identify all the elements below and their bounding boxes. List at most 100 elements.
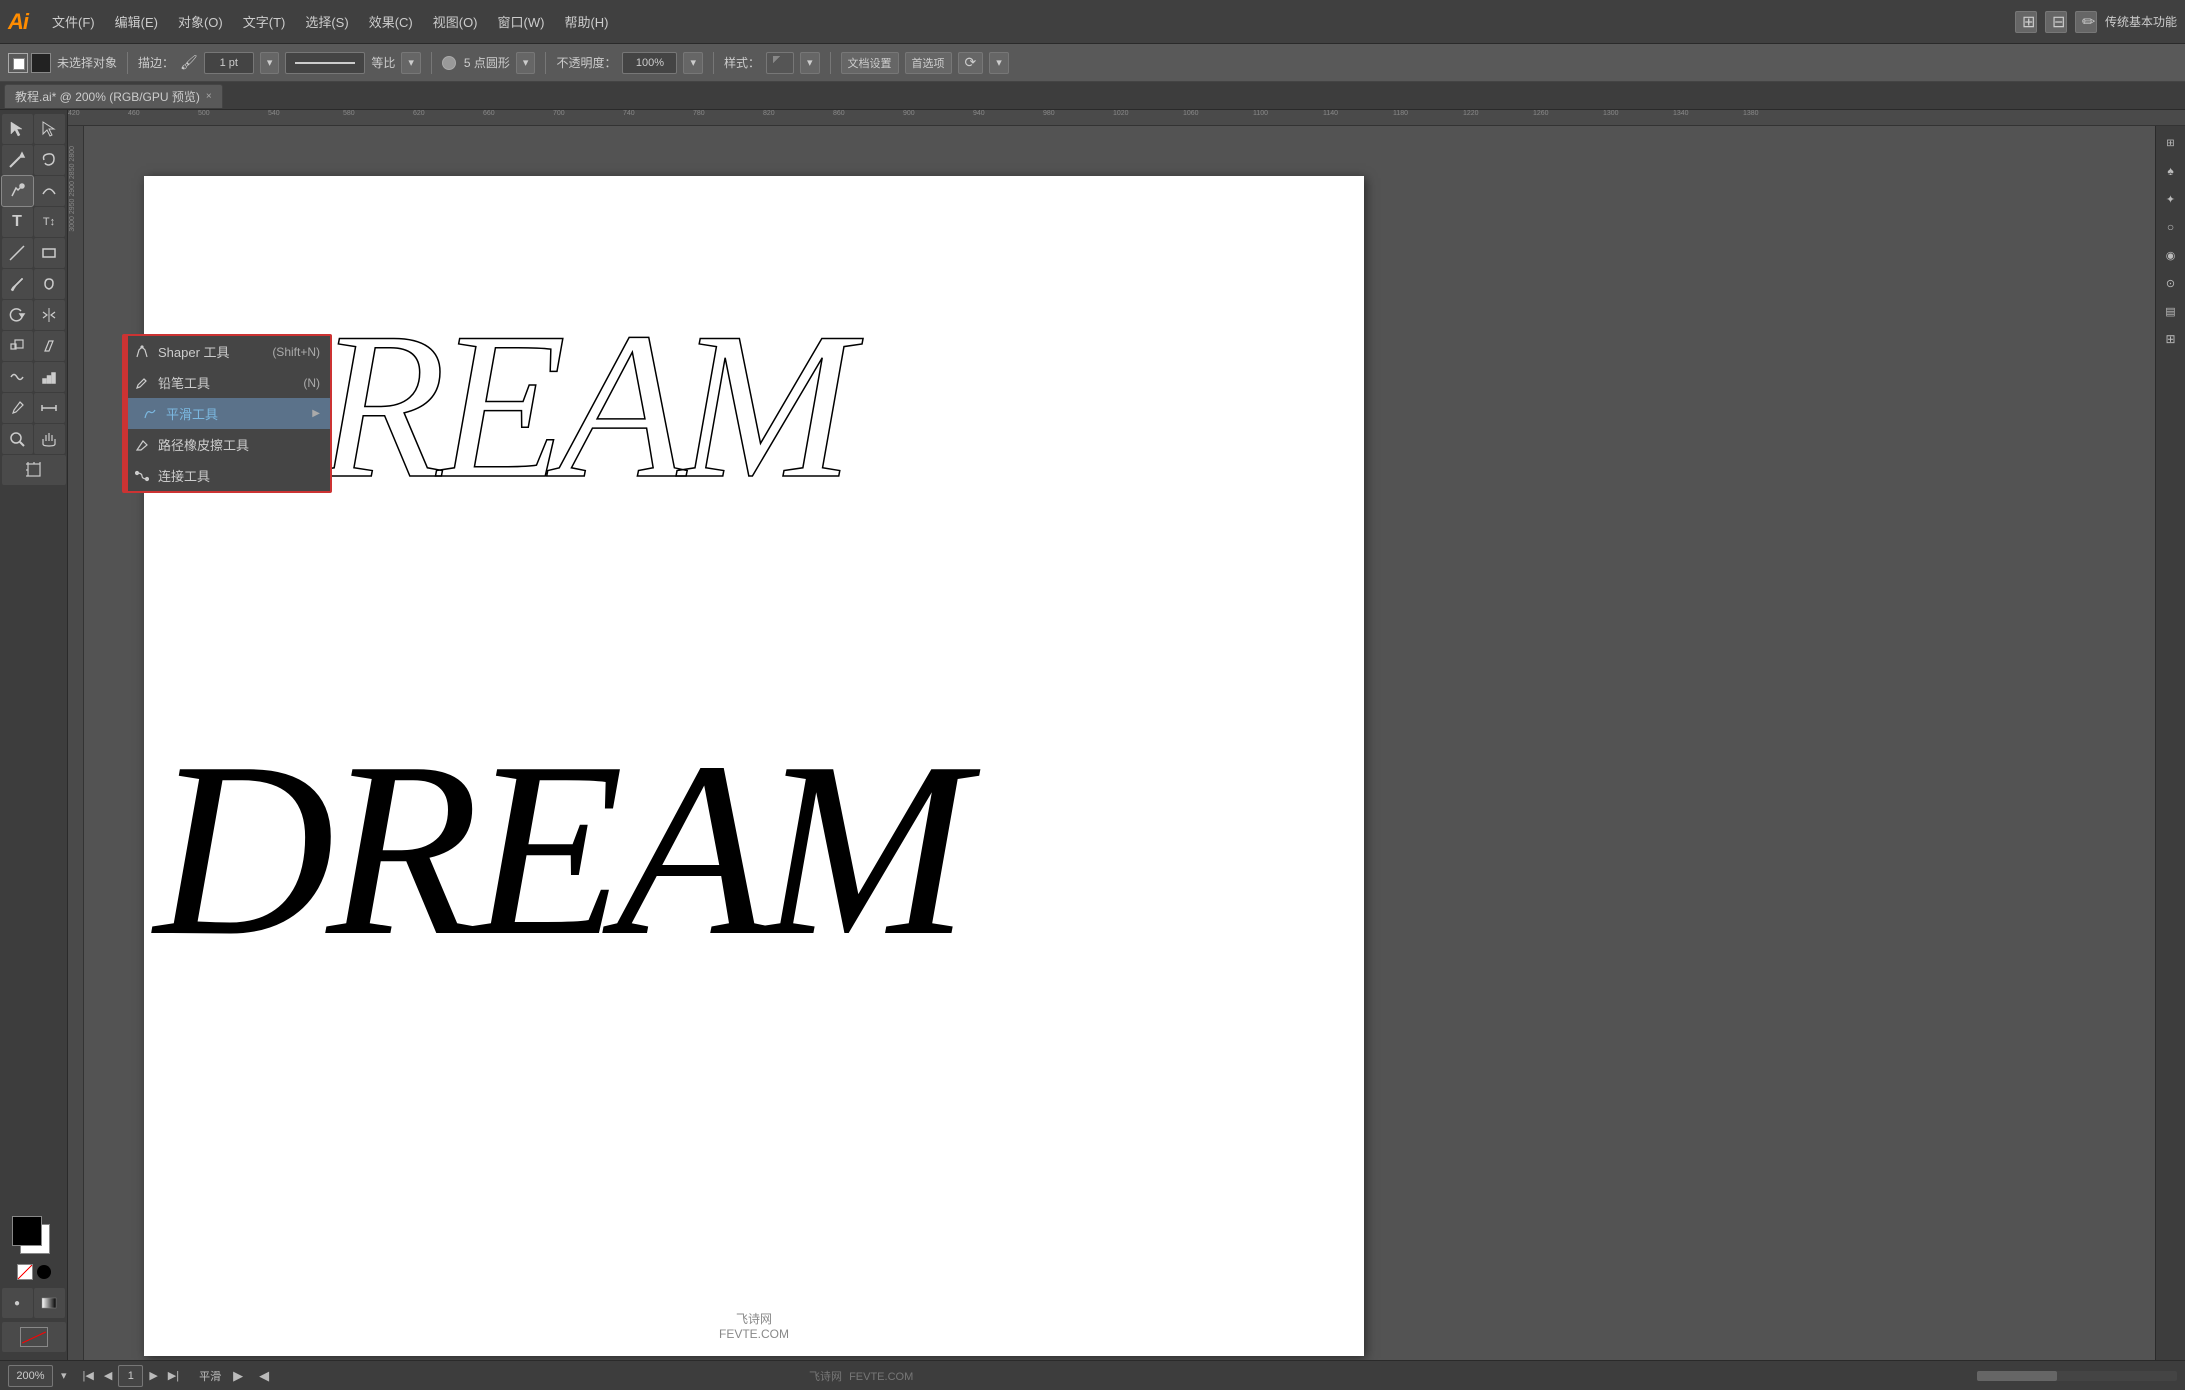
rect-tool-btn[interactable] [34, 238, 65, 268]
ruler-820: 820 [763, 110, 775, 117]
pen-icon-top[interactable]: ✏ [2075, 11, 2097, 33]
sep5 [830, 52, 831, 74]
opacity-input[interactable] [622, 52, 677, 74]
zoom-btn[interactable] [2, 424, 33, 454]
black-white-swatch[interactable] [37, 1265, 51, 1279]
sep3 [545, 52, 546, 74]
toolbar: 未选择对象 描边： 🖌 ▾ 等比 ▾ 5 点圆形 ▾ 不透明度： ▾ 样式： ▾… [0, 44, 2185, 82]
menu-edit[interactable]: 编辑(E) [107, 8, 166, 35]
dropdown-eraser-tool[interactable]: 路径橡皮擦工具 [124, 429, 330, 460]
menu-file[interactable]: 文件(F) [44, 8, 103, 35]
first-page-btn[interactable]: |◀ [79, 1367, 98, 1384]
graph-tool-btn[interactable] [34, 362, 65, 392]
warp-tool-btn[interactable] [2, 362, 33, 392]
tab-bar: 教程.ai* @ 200% (RGB/GPU 预览) × [0, 82, 2185, 110]
paintbrush-tool-btn[interactable] [2, 269, 33, 299]
workspace-label: 传统基本功能 [2105, 13, 2177, 30]
measure-btn[interactable] [34, 393, 65, 423]
ruler-1300: 1300 [1603, 110, 1619, 117]
hand-btn[interactable] [34, 424, 65, 454]
color-area: ● [2, 1216, 66, 1352]
menu-view[interactable]: 视图(O) [425, 8, 486, 35]
foreground-color-swatch[interactable] [12, 1216, 42, 1246]
tool-row-4: T T↕ [2, 207, 66, 237]
direct-selection-tool-btn[interactable] [34, 114, 65, 144]
rotate-tool-btn[interactable] [2, 300, 33, 330]
next-page-btn[interactable]: ▶ [145, 1367, 161, 1384]
blob-brush-btn[interactable] [34, 269, 65, 299]
shear-tool-btn[interactable] [34, 331, 65, 361]
prev-page-btn[interactable]: ◀ [100, 1367, 116, 1384]
arrange-icon[interactable]: ⊞ [2015, 11, 2037, 33]
style-swatch[interactable] [766, 52, 794, 74]
play-btn[interactable]: ▶ [229, 1366, 247, 1386]
stroke-value-input[interactable] [204, 52, 254, 74]
tab-close-btn[interactable]: × [206, 91, 212, 102]
none-swatch[interactable] [17, 1264, 33, 1280]
watermark-line2: FEVTE.COM [719, 1327, 789, 1341]
right-panel-btn5[interactable]: ◉ [2158, 242, 2184, 268]
right-panel-btn8[interactable]: ⊞ [2158, 326, 2184, 352]
lasso-tool-btn[interactable] [34, 145, 65, 175]
right-panel-btn4[interactable]: ○ [2158, 214, 2184, 240]
reset-btn[interactable]: ⟳ [958, 52, 984, 74]
menu-effect[interactable]: 效果(C) [361, 8, 421, 35]
last-page-btn[interactable]: ▶| [164, 1367, 183, 1384]
grid-icon[interactable]: ⊟ [2045, 11, 2067, 33]
menu-object[interactable]: 对象(O) [170, 8, 231, 35]
stop-btn[interactable]: ◀ [255, 1366, 273, 1386]
eyedropper-btn[interactable] [2, 393, 33, 423]
color-swatches [12, 1216, 56, 1260]
color-btn[interactable]: ● [2, 1288, 33, 1318]
dropdown-smooth-tool[interactable]: 平滑工具 ▶ [124, 398, 330, 429]
workspace: T T↕ [0, 110, 2185, 1360]
gradient-btn[interactable] [34, 1288, 65, 1318]
point-dropdown[interactable]: ▾ [516, 52, 536, 74]
line-tool-btn[interactable] [2, 238, 33, 268]
menu-help[interactable]: 帮助(H) [556, 8, 616, 35]
dropdown-shaper-tool[interactable]: Shaper 工具 (Shift+N) [124, 336, 330, 367]
ruler-1340: 1340 [1673, 110, 1689, 117]
zoom-dropdown-btn[interactable]: ▾ [57, 1367, 71, 1384]
artboard-btn[interactable] [2, 455, 66, 485]
magic-wand-btn[interactable] [2, 145, 33, 175]
stroke-dropdown-btn[interactable]: ▾ [260, 52, 280, 74]
curvature-tool-btn[interactable] [34, 176, 65, 206]
dropdown-pen-tool[interactable]: 铅笔工具 (N) [124, 367, 330, 398]
menu-select[interactable]: 选择(S) [297, 8, 356, 35]
type-tool-btn[interactable]: T [2, 207, 33, 237]
stroke-type-dropdown[interactable]: ▾ [401, 52, 421, 74]
dropdown-join-tool[interactable]: 连接工具 [124, 460, 330, 491]
preferences-btn[interactable]: 首选项 [905, 52, 952, 74]
document-tab[interactable]: 教程.ai* @ 200% (RGB/GPU 预览) × [4, 84, 223, 108]
page-input[interactable] [118, 1365, 143, 1387]
stroke-type-label: 等比 [371, 54, 395, 71]
fill-color-swatch[interactable] [31, 53, 51, 73]
reflect-tool-btn[interactable] [34, 300, 65, 330]
scale-tool-btn[interactable] [2, 331, 33, 361]
ruler-left: 3000 2950 2900 2850 2800 [68, 126, 84, 1360]
stroke-color-swatch[interactable] [8, 53, 28, 73]
watermark-bottom: 飞诗网 FEVTE.COM [809, 1371, 913, 1383]
selection-tool-btn[interactable] [2, 114, 33, 144]
opacity-dropdown[interactable]: ▾ [683, 52, 703, 74]
ruler-580: 580 [343, 110, 355, 117]
zoom-input[interactable] [8, 1365, 53, 1387]
tool-row-8 [2, 331, 66, 361]
watermark: 飞诗网 FEVTE.COM [719, 1310, 789, 1341]
right-panel-btn2[interactable]: ♠ [2158, 158, 2184, 184]
style-dropdown[interactable]: ▾ [800, 52, 820, 74]
right-panel-btn7[interactable]: ▤ [2158, 298, 2184, 324]
canvas-container[interactable]: DREAM DREAM 飞诗网 FEVTE.COM [84, 126, 2155, 1360]
menu-text[interactable]: 文字(T) [235, 8, 294, 35]
menu-window[interactable]: 窗口(W) [490, 8, 553, 35]
right-panel-btn3[interactable]: ✦ [2158, 186, 2184, 212]
pen-tool-btn[interactable] [2, 176, 33, 206]
menu-bar: Ai 文件(F) 编辑(E) 对象(O) 文字(T) 选择(S) 效果(C) 视… [0, 0, 2185, 44]
none-fill-btn[interactable] [2, 1322, 66, 1352]
doc-settings-btn[interactable]: 文档设置 [841, 52, 899, 74]
right-panel-btn6[interactable]: ⊙ [2158, 270, 2184, 296]
right-panel-btn1[interactable]: ⊞ [2158, 130, 2184, 156]
more-btn[interactable]: ▾ [989, 52, 1009, 74]
touch-type-btn[interactable]: T↕ [34, 207, 65, 237]
